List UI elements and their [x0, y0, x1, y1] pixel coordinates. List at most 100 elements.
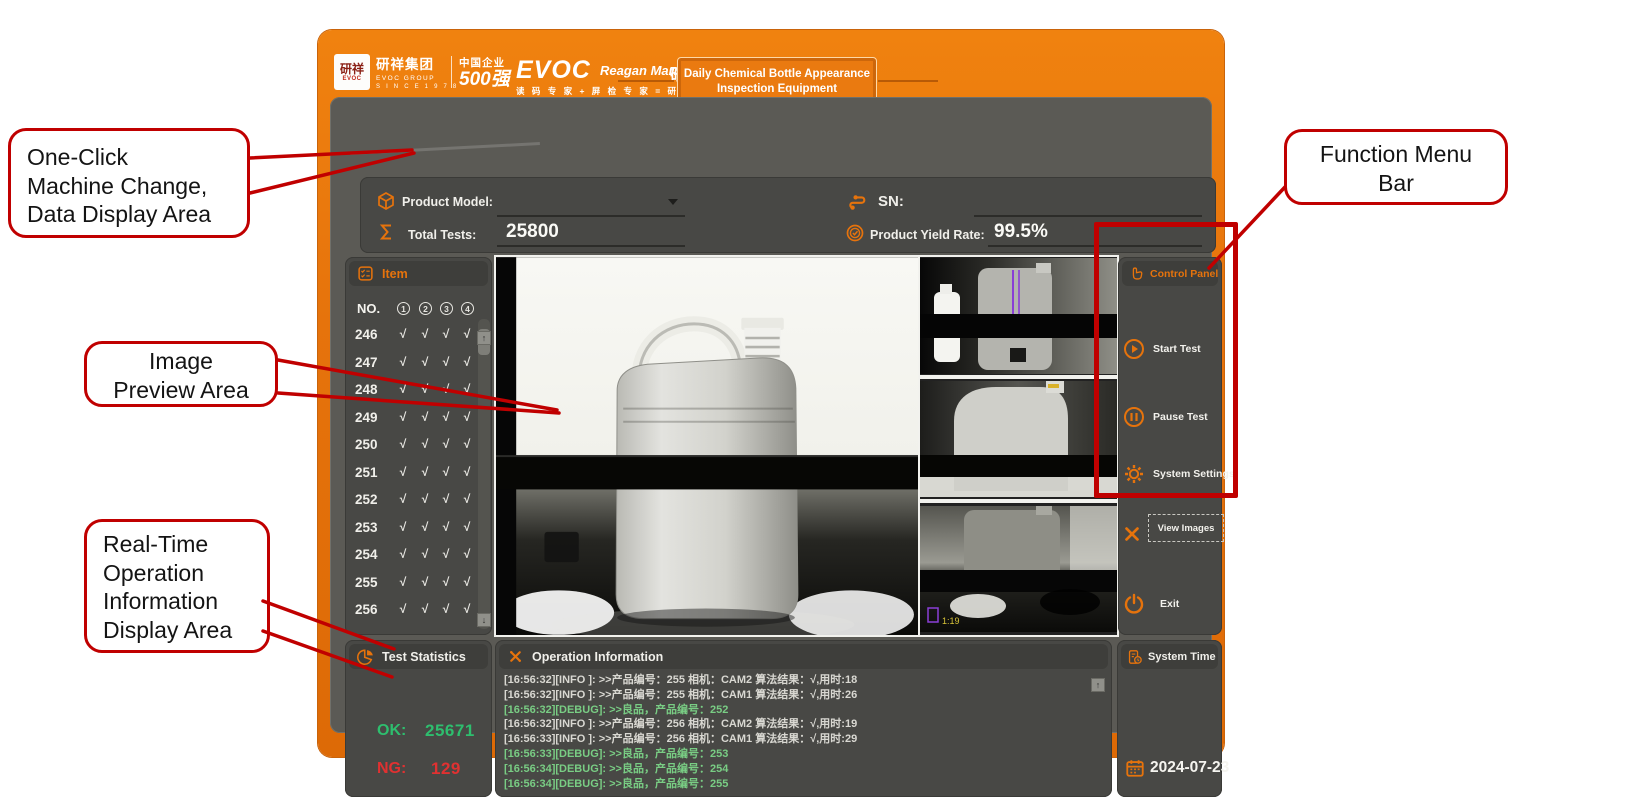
item-row-number: 256: [355, 602, 378, 617]
calendar-icon: [1125, 758, 1145, 778]
operation-log[interactable]: [16:56:32][INFO ]: >>产品编号：255 相机：CAM2 算法…: [504, 673, 1086, 793]
item-col-circled-3: 3: [440, 302, 453, 315]
dropdown-caret-icon[interactable]: [668, 199, 678, 205]
item-check: √: [396, 437, 410, 451]
item-panel-title: Item: [382, 267, 408, 281]
item-check: √: [418, 465, 432, 479]
item-col-no: NO.: [357, 301, 380, 316]
log-line: [16:56:32][INFO ]: >>产品编号：256 相机：CAM2 算法…: [504, 717, 1086, 732]
item-check: √: [460, 327, 474, 341]
system-time-title: System Time: [1148, 651, 1216, 663]
item-check: √: [460, 437, 474, 451]
log-line: [16:56:34][DEBUG]: >>良品，产品编号：254: [504, 762, 1086, 777]
item-check: √: [439, 520, 453, 534]
item-check: √: [439, 382, 453, 396]
test-statistics-title: Test Statistics: [382, 650, 466, 664]
item-row-number: 252: [355, 492, 378, 507]
log-line: [16:56:32][INFO ]: >>产品编号：255 相机：CAM2 算法…: [504, 673, 1086, 688]
callout-function-menu: Function Menu Bar: [1284, 129, 1508, 205]
item-row[interactable]: 255√√√√: [345, 575, 492, 595]
log-line: [16:56:32][DEBUG]: >>良品，产品编号：252: [504, 703, 1086, 718]
item-row[interactable]: 247√√√√: [345, 355, 492, 375]
ng-value: 129: [431, 759, 461, 779]
item-check: √: [396, 410, 410, 424]
item-panel: Item NO.1234 246√√√√247√√√√248√√√√249√√√…: [345, 257, 492, 635]
data-display-panel: Product Model: Total Tests: 25800 SN:: [360, 177, 1216, 253]
sn-label: SN:: [878, 193, 904, 210]
operation-info-panel: Operation Information [16:56:32][INFO ]:…: [495, 640, 1112, 797]
log-scroll-up-button[interactable]: ↑: [1091, 678, 1105, 692]
item-check: √: [396, 465, 410, 479]
thumbnail-3-photo: 1:19: [920, 503, 1117, 635]
svg-text:1:19: 1:19: [942, 616, 960, 626]
item-scroll-up-button[interactable]: ↑: [477, 331, 491, 345]
logo-since: S I N C E 1 9 7 8: [376, 84, 458, 90]
exit-icon: [1122, 592, 1146, 616]
thumbnail-2-photo: [920, 379, 1117, 499]
item-check: √: [460, 355, 474, 369]
view-images-button[interactable]: View Images: [1122, 519, 1218, 549]
item-row[interactable]: 246√√√√: [345, 327, 492, 347]
item-row[interactable]: 248√√√√: [345, 382, 492, 402]
logo-brand: EVOC: [516, 56, 591, 85]
function-menu-highlight-rect: [1094, 222, 1238, 498]
page: 研祥 EVOC 研祥集团 EVOC GROUP S I N C E 1 9 7 …: [0, 0, 1651, 809]
view-images-box[interactable]: View Images: [1148, 514, 1224, 542]
callout-image-preview: Image Preview Area: [84, 341, 278, 407]
item-row[interactable]: 251√√√√: [345, 465, 492, 485]
ng-label: NG:: [377, 760, 406, 778]
item-row[interactable]: 249√√√√: [345, 410, 492, 430]
item-check: √: [396, 575, 410, 589]
item-scrollbar-track[interactable]: [478, 319, 490, 629]
item-row-number: 255: [355, 575, 378, 590]
product-model-label: Product Model:: [402, 195, 493, 209]
callout-one-click-line1: One-Click: [27, 143, 247, 172]
item-check: √: [439, 437, 453, 451]
total-tests-icon: [376, 221, 396, 243]
bottle-photo: [496, 257, 918, 635]
item-check: √: [460, 382, 474, 396]
operation-info-title: Operation Information: [532, 650, 663, 664]
callout-image-preview-line1: Image: [87, 347, 275, 376]
sn-underline: [974, 215, 1202, 217]
system-time-header: System Time: [1121, 644, 1218, 669]
item-check: √: [396, 355, 410, 369]
thumbnail-1-photo: [920, 257, 1117, 375]
item-table-header: NO.1234: [345, 301, 492, 319]
item-check: √: [439, 492, 453, 506]
logo-en: EVOC: [342, 76, 361, 82]
thumbnail-1: [920, 257, 1117, 375]
item-check: √: [418, 575, 432, 589]
item-row[interactable]: 254√√√√: [345, 547, 492, 567]
callout-function-menu-line2: Bar: [1287, 169, 1505, 198]
item-check: √: [396, 520, 410, 534]
callout-image-preview-line2: Preview Area: [87, 376, 275, 405]
logo-rank-bottom: 500强: [459, 70, 510, 89]
item-row[interactable]: 250√√√√: [345, 437, 492, 457]
item-check: √: [439, 547, 453, 561]
yield-label: Product Yield Rate:: [870, 228, 985, 242]
item-row-number: 250: [355, 437, 378, 452]
item-check: √: [460, 492, 474, 506]
logo-cn: 研祥: [340, 63, 364, 76]
item-check: √: [396, 602, 410, 616]
yield-value: 99.5%: [994, 221, 1048, 243]
logo-group-block: 研祥集团 EVOC GROUP S I N C E 1 9 7 8: [376, 53, 458, 90]
logo-divider: [451, 56, 452, 88]
item-row-number: 246: [355, 327, 378, 342]
sn-icon: [846, 189, 870, 213]
item-check: √: [396, 382, 410, 396]
logo-group-cn: 研祥集团: [376, 53, 458, 73]
item-row[interactable]: 256√√√√: [345, 602, 492, 622]
log-line: [16:56:33][INFO ]: >>产品编号：256 相机：CAM1 算法…: [504, 732, 1086, 747]
system-date: 2024-07-23: [1150, 759, 1229, 777]
main-preview-image: [496, 257, 918, 635]
item-col-circled-1: 1: [397, 302, 410, 315]
item-scroll-down-button[interactable]: ↓: [477, 613, 491, 627]
item-row[interactable]: 252√√√√: [345, 492, 492, 512]
item-row[interactable]: 253√√√√: [345, 520, 492, 540]
item-row-number: 249: [355, 410, 378, 425]
item-icon: [357, 265, 374, 282]
item-check: √: [418, 492, 432, 506]
exit-button[interactable]: Exit: [1122, 589, 1218, 619]
